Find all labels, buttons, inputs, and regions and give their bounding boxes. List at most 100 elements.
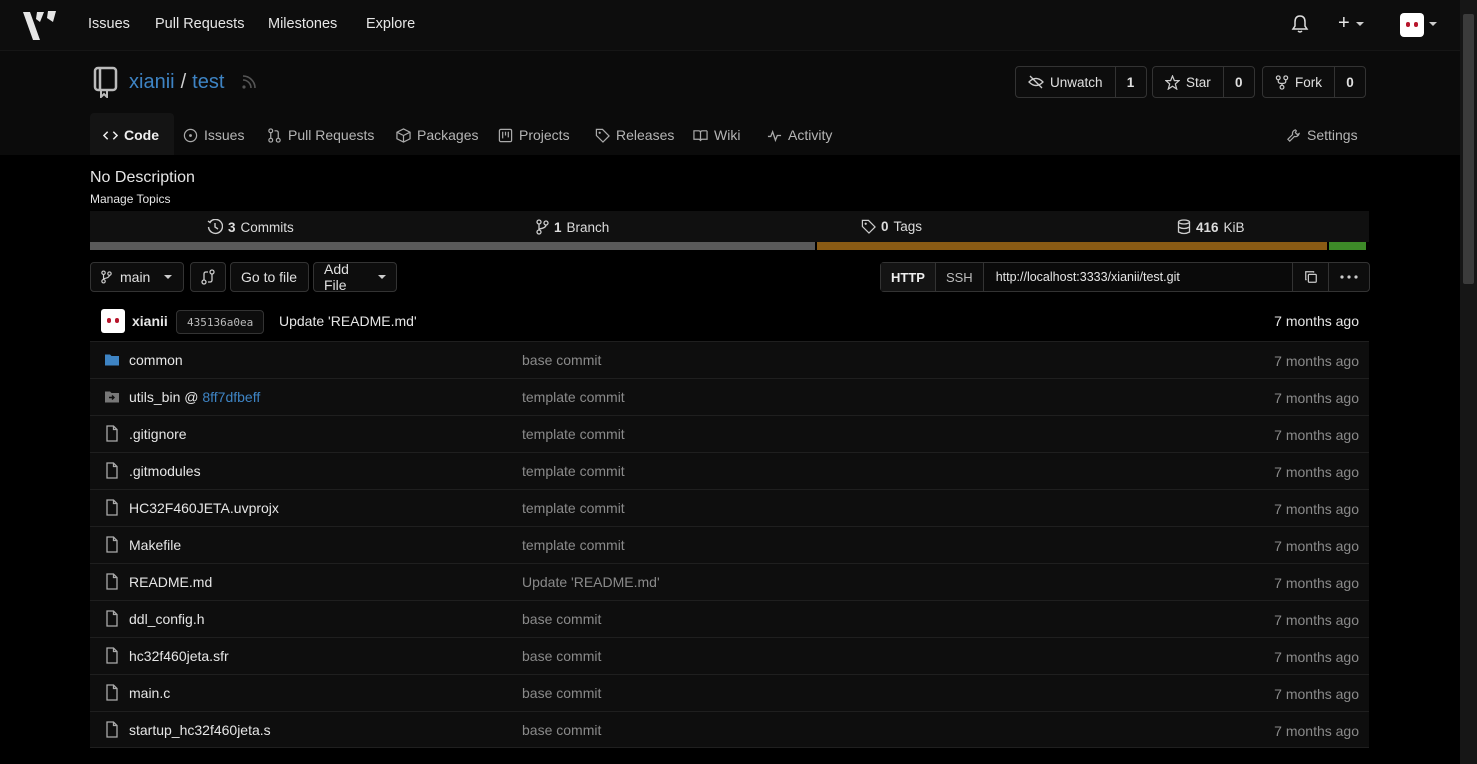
file-commit-message[interactable]: base commit bbox=[522, 352, 601, 368]
tab-pull-requests[interactable]: Pull Requests bbox=[267, 127, 374, 143]
file-list: common base commit 7 months ago utils_bin @… bbox=[90, 341, 1369, 748]
file-name-link[interactable]: Makefile bbox=[129, 537, 181, 553]
file-name: ddl_config.h bbox=[129, 611, 205, 627]
file-commit-message[interactable]: base commit bbox=[522, 648, 601, 664]
tab-activity-label: Activity bbox=[788, 127, 833, 143]
more-options-button[interactable] bbox=[1329, 263, 1369, 291]
add-file-dropdown[interactable]: Add File bbox=[313, 261, 397, 293]
clone-url-box: HTTP SSH http://localhost:3333/xianii/te… bbox=[880, 262, 1370, 292]
file-commit-message[interactable]: base commit bbox=[522, 685, 601, 701]
tab-settings[interactable]: Settings bbox=[1286, 127, 1358, 143]
fork-count[interactable]: 0 bbox=[1335, 67, 1365, 97]
manage-topics-link[interactable]: Manage Topics bbox=[90, 192, 171, 206]
file-name-link[interactable]: .gitignore bbox=[129, 426, 187, 442]
branch-name: main bbox=[120, 269, 151, 285]
tags-stat[interactable]: 0 Tags bbox=[861, 219, 922, 234]
file-name-link[interactable]: README.md bbox=[129, 574, 212, 590]
http-clone-tab[interactable]: HTTP bbox=[881, 263, 936, 291]
tab-packages[interactable]: Packages bbox=[396, 127, 478, 143]
file-commit-message[interactable]: base commit bbox=[522, 611, 601, 627]
file-icon bbox=[106, 721, 118, 738]
tag-icon bbox=[861, 219, 876, 234]
copy-url-button[interactable] bbox=[1293, 263, 1329, 291]
file-name-link[interactable]: startup_hc32f460jeta.s bbox=[129, 722, 271, 738]
chevron-down-icon bbox=[1355, 21, 1364, 26]
file-commit-message[interactable]: Update 'README.md' bbox=[522, 574, 660, 590]
size-unit: KiB bbox=[1223, 219, 1245, 235]
star-count[interactable]: 0 bbox=[1224, 67, 1254, 97]
go-to-file-button[interactable]: Go to file bbox=[230, 262, 309, 292]
watch-count[interactable]: 1 bbox=[1116, 67, 1146, 97]
file-icon bbox=[106, 425, 118, 442]
nav-milestones[interactable]: Milestones bbox=[268, 16, 337, 32]
watch-button-group: Unwatch 1 bbox=[1015, 66, 1147, 98]
branches-stat[interactable]: 1 Branch bbox=[536, 219, 609, 235]
file-commit-message[interactable]: template commit bbox=[522, 537, 625, 553]
file-commit-message[interactable]: template commit bbox=[522, 389, 625, 405]
tab-wiki-label: Wiki bbox=[714, 127, 741, 143]
submodule-ref-link[interactable]: 8ff7dfbeff bbox=[202, 389, 260, 405]
ssh-clone-tab[interactable]: SSH bbox=[936, 263, 984, 291]
unwatch-button[interactable]: Unwatch bbox=[1016, 67, 1116, 97]
nav-pull-requests[interactable]: Pull Requests bbox=[155, 16, 244, 32]
file-commit-time: 7 months ago bbox=[1274, 427, 1359, 443]
clone-url-input[interactable]: http://localhost:3333/xianii/test.git bbox=[983, 263, 1293, 291]
chevron-down-icon[interactable] bbox=[1429, 22, 1437, 26]
tab-projects-label: Projects bbox=[519, 127, 570, 143]
file-name-link[interactable]: main.c bbox=[129, 685, 170, 701]
repo-owner-link[interactable]: xianii bbox=[129, 71, 175, 93]
commit-author-avatar[interactable] bbox=[101, 309, 125, 333]
file-name-link[interactable]: ddl_config.h bbox=[129, 611, 205, 627]
file-name-link[interactable]: hc32f460jeta.sfr bbox=[129, 648, 229, 664]
logo-icon[interactable] bbox=[20, 8, 60, 42]
create-new-dropdown[interactable]: + bbox=[1338, 12, 1364, 35]
tab-issues[interactable]: Issues bbox=[183, 127, 244, 143]
tab-activity[interactable]: Activity bbox=[767, 127, 832, 143]
file-name: .gitmodules bbox=[129, 463, 201, 479]
file-commit-message[interactable]: template commit bbox=[522, 426, 625, 442]
tab-wiki[interactable]: Wiki bbox=[693, 127, 740, 143]
tab-pull-requests-label: Pull Requests bbox=[288, 127, 375, 143]
compare-button[interactable] bbox=[190, 262, 226, 292]
language-stats-bar[interactable] bbox=[90, 242, 1369, 250]
file-commit-message[interactable]: template commit bbox=[522, 463, 625, 479]
top-navbar: Issues Pull Requests Milestones Explore … bbox=[0, 0, 1460, 51]
file-name-link[interactable]: utils_bin @ 8ff7dfbeff bbox=[129, 389, 260, 405]
tab-releases[interactable]: Releases bbox=[595, 127, 674, 143]
file-commit-message[interactable]: base commit bbox=[522, 722, 601, 738]
nav-explore[interactable]: Explore bbox=[366, 16, 415, 32]
commit-author-link[interactable]: xianii bbox=[132, 313, 168, 329]
language-bar-segment[interactable] bbox=[1329, 242, 1367, 250]
fork-button[interactable]: Fork bbox=[1263, 67, 1335, 97]
branch-selector[interactable]: main bbox=[90, 262, 184, 292]
file-commit-message[interactable]: template commit bbox=[522, 500, 625, 516]
tab-packages-label: Packages bbox=[417, 127, 479, 143]
rss-feed-icon[interactable] bbox=[240, 75, 256, 91]
tab-code[interactable]: Code bbox=[103, 127, 159, 143]
language-bar-segment[interactable] bbox=[817, 242, 1328, 250]
fork-label: Fork bbox=[1295, 74, 1322, 90]
notification-bell-icon[interactable] bbox=[1291, 14, 1309, 34]
nav-issues[interactable]: Issues bbox=[88, 16, 130, 32]
commit-sha-button[interactable]: 435136a0ea bbox=[176, 310, 265, 334]
commits-stat[interactable]: 3 Commits bbox=[207, 219, 294, 235]
pull-request-icon bbox=[268, 127, 281, 143]
package-icon bbox=[396, 127, 411, 143]
file-name: main.c bbox=[129, 685, 171, 701]
file-row: hc32f460jeta.sfr base commit 7 months ago bbox=[90, 637, 1369, 674]
file-name-link[interactable]: common bbox=[129, 352, 183, 368]
kebab-horizontal-icon bbox=[1340, 275, 1358, 279]
file-name: common bbox=[129, 352, 183, 368]
file-row: .gitignore template commit 7 months ago bbox=[90, 415, 1369, 452]
user-avatar[interactable] bbox=[1400, 13, 1424, 37]
scrollbar-thumb[interactable] bbox=[1463, 14, 1474, 284]
file-commit-time: 7 months ago bbox=[1274, 353, 1359, 369]
file-name-link[interactable]: HC32F460JETA.uvprojx bbox=[129, 500, 279, 516]
repo-description: No Description bbox=[90, 169, 195, 186]
file-name-link[interactable]: .gitmodules bbox=[129, 463, 201, 479]
language-bar-segment[interactable] bbox=[90, 242, 816, 250]
tab-projects[interactable]: Projects bbox=[498, 127, 570, 143]
star-button[interactable]: Star bbox=[1153, 67, 1224, 97]
repo-name-link[interactable]: test bbox=[192, 71, 224, 93]
commit-message-link[interactable]: Update 'README.md' bbox=[279, 313, 417, 329]
